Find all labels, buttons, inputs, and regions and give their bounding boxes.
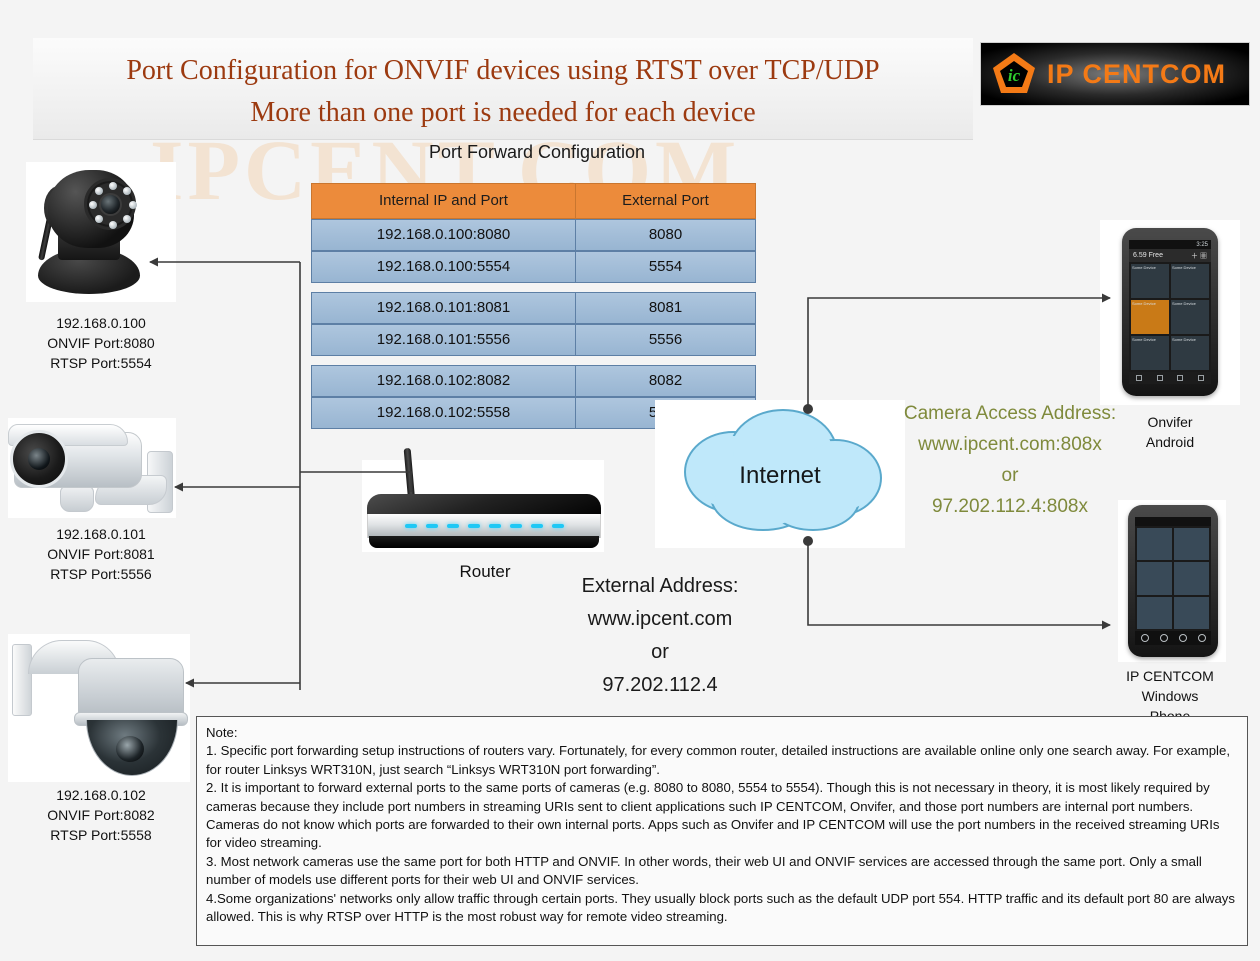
column-header-external: External Port [576, 183, 756, 219]
settings-icon[interactable] [1178, 634, 1187, 642]
table-row: 192.168.0.100:5554 5554 [311, 251, 756, 283]
router-led [551, 524, 564, 528]
cell-external: 5554 [576, 251, 756, 283]
ipcentcom-windows-phone-icon [1128, 505, 1218, 657]
svg-text:ic: ic [1008, 66, 1021, 85]
camera-2-caption: 192.168.0.101 ONVIF Port:8081 RTSP Port:… [47, 526, 155, 582]
note-line-1: 1. Specific port forwarding setup instru… [206, 743, 1230, 777]
search-icon[interactable] [1197, 375, 1204, 381]
router-led [425, 524, 438, 528]
ipcentcom-logo: ic IP CENTCOM [980, 42, 1250, 106]
router-led [530, 524, 543, 528]
device-tile[interactable]: Some Device [1171, 300, 1209, 334]
camera-access-address-label: Camera Access Address: www.ipcent.com:80… [903, 403, 1117, 517]
page-title-line-2: More than one port is needed for each de… [250, 97, 756, 128]
windows-phone-screen [1135, 517, 1211, 645]
cell-external: 8082 [576, 365, 756, 397]
cell-external: 8080 [576, 219, 756, 251]
android-client-caption: Onvifer Android [1145, 414, 1195, 450]
table-row: 192.168.0.100:8080 8080 [311, 219, 756, 251]
device-tile[interactable]: Some Device [1131, 336, 1169, 370]
windows-device-grid [1135, 526, 1211, 631]
cell-internal: 192.168.0.101:8081 [311, 292, 576, 324]
table-row: 192.168.0.101:8081 8081 [311, 292, 756, 324]
menu-icon[interactable] [1136, 375, 1143, 381]
app-title: 6.59 Free [1133, 252, 1163, 259]
cell-external: 8081 [576, 292, 756, 324]
port-forward-table: Internal IP and Port External Port 192.1… [311, 183, 756, 429]
table-row: 192.168.0.102:8082 8082 [311, 365, 756, 397]
table-title: Port Forward Configuration [428, 142, 646, 162]
cell-internal: 192.168.0.102:5558 [311, 397, 576, 429]
android-screen: 3:25 6.59 Free ＋ ▦ Some Device Some Devi… [1129, 240, 1211, 384]
add-device-icon[interactable]: ＋ ▦ [1191, 251, 1207, 261]
page-title-line-1: Port Configuration for ONVIF devices usi… [126, 55, 880, 86]
row-group-gap [311, 283, 756, 292]
table-row: 192.168.0.101:5556 5556 [311, 324, 756, 356]
internet-label: Internet [739, 462, 821, 489]
home-icon[interactable] [1156, 375, 1163, 381]
router-led [488, 524, 501, 528]
device-tile[interactable]: Some Device [1171, 336, 1209, 370]
android-status-bar: 3:25 [1129, 240, 1211, 249]
router-led [467, 524, 480, 528]
android-device-grid: Some Device Some Device Some Device Some… [1129, 262, 1211, 372]
device-tile[interactable]: Some Device [1131, 264, 1169, 298]
note-title: Note: [206, 725, 238, 740]
note-line-2: 2. It is important to forward external p… [206, 780, 1220, 851]
table-header-row: Internal IP and Port External Port [311, 183, 756, 219]
device-tile[interactable]: Some Device [1131, 300, 1169, 334]
status-time: 3:25 [1196, 241, 1208, 248]
router-led [509, 524, 522, 528]
cell-internal: 192.168.0.102:8082 [311, 365, 576, 397]
note-box: Note: 1. Specific port forwarding setup … [196, 716, 1248, 946]
camera-3-caption: 192.168.0.102 ONVIF Port:8082 RTSP Port:… [47, 787, 155, 843]
onvifer-android-phone-icon: 3:25 6.59 Free ＋ ▦ Some Device Some Devi… [1122, 228, 1218, 396]
pentagon-logo-icon: ic [991, 51, 1037, 97]
back-icon[interactable] [1177, 375, 1184, 381]
diagram-canvas: IPCENT.COM Port Configuration for ONVIF … [0, 0, 1260, 961]
page-title: Port Configuration for ONVIF devices usi… [33, 50, 973, 134]
windows-status-bar [1135, 517, 1211, 526]
more-icon[interactable] [1197, 634, 1206, 642]
device-tile[interactable] [1137, 596, 1172, 629]
row-group-gap [311, 356, 756, 365]
windows-nav-bar [1135, 631, 1211, 645]
device-tile[interactable] [1174, 596, 1209, 629]
router-led [404, 524, 417, 528]
device-tile[interactable] [1137, 562, 1172, 595]
cell-internal: 192.168.0.101:5556 [311, 324, 576, 356]
grid-icon[interactable] [1159, 634, 1168, 642]
note-line-4: 4.Some organizations' networks only allo… [206, 890, 1235, 925]
router-led [446, 524, 459, 528]
device-tile[interactable] [1174, 528, 1209, 561]
device-tile[interactable]: Some Device [1171, 264, 1209, 298]
cell-internal: 192.168.0.100:8080 [311, 219, 576, 251]
play-icon[interactable] [1140, 634, 1149, 642]
column-header-internal: Internal IP and Port [311, 183, 576, 219]
cell-internal: 192.168.0.100:5554 [311, 251, 576, 283]
camera-1-caption: 192.168.0.100 ONVIF Port:8080 RTSP Port:… [47, 315, 155, 371]
android-app-bar: 6.59 Free ＋ ▦ [1129, 249, 1211, 262]
note-line-3: 3. Most network cameras use the same por… [206, 853, 1202, 888]
external-address-label: External Address: www.ipcent.com or 97.2… [581, 575, 739, 696]
device-tile[interactable] [1137, 528, 1172, 561]
device-tile[interactable] [1174, 562, 1209, 595]
cell-external: 5556 [576, 324, 756, 356]
logo-wordmark: IP CENTCOM [1047, 58, 1227, 89]
android-nav-bar [1129, 372, 1211, 384]
